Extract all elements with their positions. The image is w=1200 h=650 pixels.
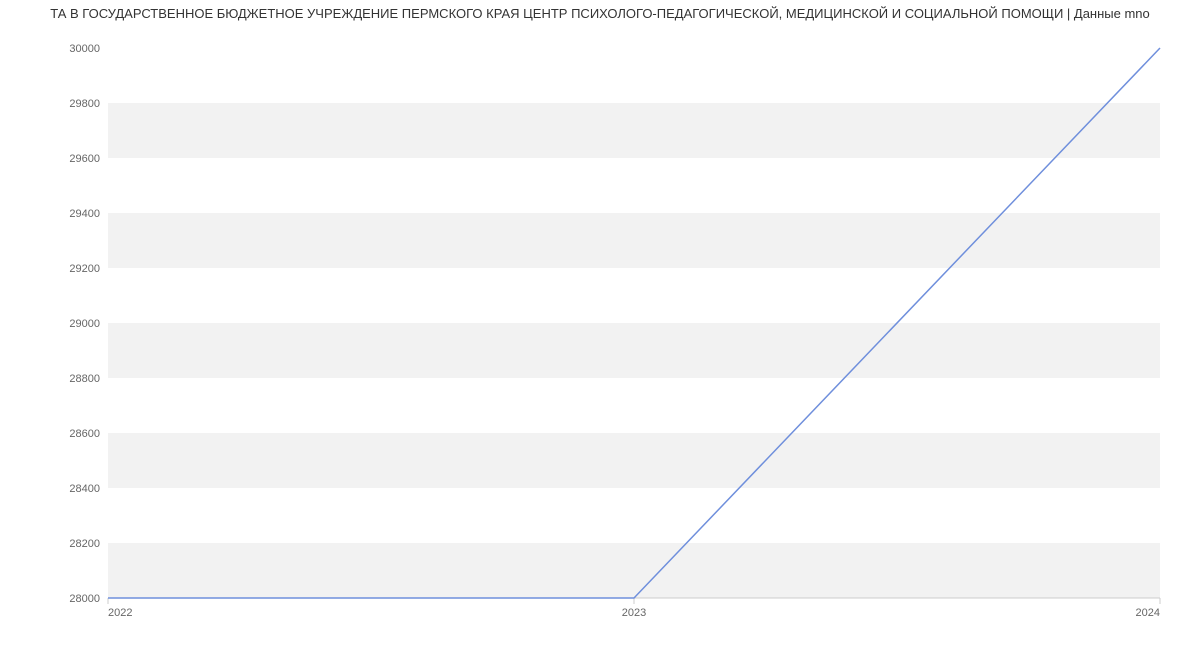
- y-tick-label: 29800: [69, 98, 100, 110]
- y-tick-label: 28600: [69, 428, 100, 440]
- y-tick-label: 28400: [69, 483, 100, 495]
- y-tick-label: 30000: [69, 43, 100, 55]
- grid-band: [108, 213, 1160, 268]
- grid-band: [108, 103, 1160, 158]
- y-tick-label: 28200: [69, 538, 100, 550]
- grid-band: [108, 543, 1160, 598]
- chart-title: ТА В ГОСУДАРСТВЕННОЕ БЮДЖЕТНОЕ УЧРЕЖДЕНИ…: [0, 0, 1200, 21]
- x-tick-label: 2024: [1136, 607, 1160, 619]
- y-tick-label: 29200: [69, 263, 100, 275]
- y-tick-label: 29600: [69, 153, 100, 165]
- y-tick-label: 29000: [69, 318, 100, 330]
- grid-band: [108, 433, 1160, 488]
- grid-band: [108, 323, 1160, 378]
- x-tick-label: 2022: [108, 607, 132, 619]
- y-tick-label: 28800: [69, 373, 100, 385]
- x-tick-label: 2023: [622, 607, 646, 619]
- y-tick-label: 29400: [69, 208, 100, 220]
- chart-container: 28000 28200 28400 28600 28800 29000 29200 29400…: [0, 26, 1200, 626]
- line-chart: 28000 28200 28400 28600 28800 29000 29200 29400…: [0, 26, 1200, 626]
- y-tick-label: 28000: [69, 593, 100, 605]
